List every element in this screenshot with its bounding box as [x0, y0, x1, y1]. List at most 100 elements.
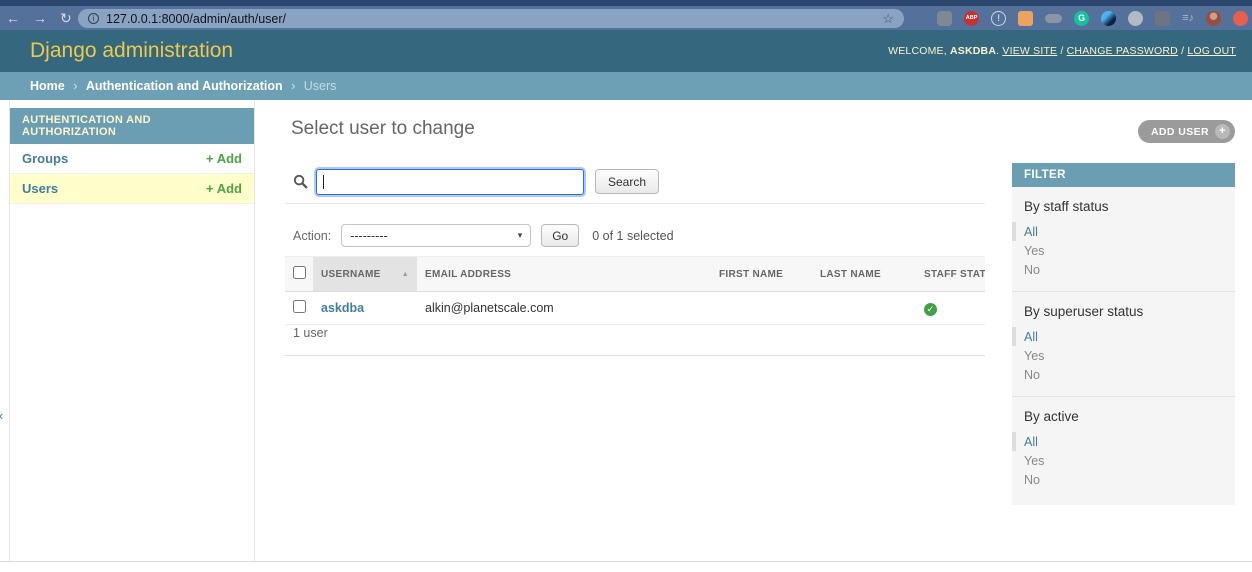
django-admin-page: ← → ↻ i 127.0.0.1:8000/admin/auth/user/ …: [0, 0, 1252, 572]
filter-link[interactable]: Yes: [1024, 244, 1044, 258]
breadcrumb-home[interactable]: Home: [30, 79, 65, 93]
filter-link[interactable]: All: [1024, 435, 1038, 449]
search-icon: [293, 174, 308, 189]
filter-option-all[interactable]: All: [1012, 222, 1223, 241]
filter-option-no[interactable]: No: [1024, 365, 1223, 384]
filter-link[interactable]: Yes: [1024, 349, 1044, 363]
address-bar[interactable]: i 127.0.0.1:8000/admin/auth/user/ ☆: [78, 9, 904, 28]
filter-option-yes[interactable]: Yes: [1024, 241, 1223, 260]
back-icon[interactable]: ←: [6, 10, 20, 26]
filter-section-staff: By staff status All Yes No: [1012, 187, 1235, 291]
action-selected-value: ---------: [350, 229, 387, 243]
row-select-cell: [285, 292, 313, 325]
filter-heading: By superuser status: [1024, 304, 1223, 319]
view-site-link[interactable]: VIEW SITE: [1002, 45, 1057, 57]
sidebar-item-users[interactable]: Users + Add: [10, 174, 254, 204]
search-button[interactable]: Search: [595, 169, 659, 194]
selection-counter: 0 of 1 selected: [592, 229, 673, 243]
staff-status-cell: ✓: [916, 292, 985, 325]
sort-ascending-icon[interactable]: ▲: [402, 271, 409, 278]
add-group-link[interactable]: + Add: [206, 151, 242, 166]
notification-icon[interactable]: [1233, 11, 1248, 26]
site-branding[interactable]: Django administration: [30, 30, 233, 72]
playlist-icon[interactable]: ≡♪: [1182, 11, 1194, 26]
grammarly-icon[interactable]: G: [1074, 11, 1089, 26]
text-caret: [323, 175, 324, 189]
changelist: Select user to change Search Action: ---…: [285, 100, 985, 561]
filter-section-active: By active All Yes No: [1012, 396, 1235, 501]
filter-option-all[interactable]: All: [1012, 432, 1223, 451]
current-username: ASKDBA: [950, 45, 996, 57]
filter-link[interactable]: All: [1024, 330, 1038, 344]
info-circle-icon[interactable]: !: [991, 11, 1006, 26]
add-user-link[interactable]: + Add: [206, 181, 242, 196]
username-cell: askdba: [313, 292, 417, 325]
filter-link[interactable]: No: [1024, 263, 1040, 277]
groups-link[interactable]: Groups: [22, 151, 68, 166]
toggle-icon[interactable]: [1045, 14, 1062, 23]
go-button[interactable]: Go: [541, 224, 579, 247]
breadcrumb-separator: ›: [291, 79, 295, 93]
filter-option-no[interactable]: No: [1024, 260, 1223, 279]
change-password-link[interactable]: CHANGE PASSWORD: [1067, 45, 1178, 57]
nav-sidebar: AUTHENTICATION AND AUTHORIZATION Groups …: [10, 100, 255, 561]
filter-option-no[interactable]: No: [1024, 470, 1223, 489]
admin-header: Django administration WELCOME, ASKDBA. V…: [0, 30, 1252, 72]
puzzle-icon[interactable]: [1155, 11, 1170, 26]
extension-badge-icon[interactable]: [937, 11, 952, 26]
search-input[interactable]: [316, 169, 584, 195]
column-header-email[interactable]: EMAIL ADDRESS: [417, 257, 711, 292]
column-header-staff-status[interactable]: STAFF STATUS: [916, 257, 985, 292]
filter-option-all[interactable]: All: [1012, 327, 1223, 346]
content-area: « AUTHENTICATION AND AUTHORIZATION Group…: [0, 100, 1252, 562]
forward-icon[interactable]: →: [33, 10, 47, 26]
filter-heading: By active: [1024, 409, 1223, 424]
filter-link[interactable]: All: [1024, 225, 1038, 239]
staff-yes-icon: ✓: [924, 303, 937, 316]
column-header-first-name[interactable]: FIRST NAME: [711, 257, 812, 292]
nav-sidebar-toggle[interactable]: «: [0, 100, 10, 561]
column-header-username[interactable]: USERNAME ▲: [313, 257, 417, 292]
bookmark-star-icon[interactable]: ☆: [882, 11, 894, 27]
filter-option-yes[interactable]: Yes: [1024, 451, 1223, 470]
url-text[interactable]: 127.0.0.1:8000/admin/auth/user/: [106, 12, 286, 26]
chevron-down-icon: ▾: [518, 230, 523, 241]
link-separator: /: [1060, 45, 1063, 57]
column-header-last-name[interactable]: LAST NAME: [812, 257, 916, 292]
search-toolbar: Search: [285, 160, 985, 204]
emoji-face-icon[interactable]: [1018, 11, 1033, 26]
filter-link[interactable]: Yes: [1024, 454, 1044, 468]
add-user-label: ADD USER: [1151, 126, 1209, 138]
action-label: Action:: [293, 229, 331, 243]
breadcrumb-separator: ›: [73, 79, 77, 93]
site-info-icon[interactable]: i: [88, 13, 99, 24]
email-cell: alkin@planetscale.com: [417, 292, 711, 325]
eye-icon[interactable]: [1101, 11, 1116, 26]
filter-panel: FILTER By staff status All Yes No By sup…: [1012, 163, 1235, 505]
row-checkbox[interactable]: [293, 300, 306, 313]
users-link[interactable]: Users: [22, 181, 58, 196]
filter-link[interactable]: No: [1024, 473, 1040, 487]
action-select[interactable]: --------- ▾: [341, 224, 531, 247]
link-separator: /: [1181, 45, 1184, 57]
log-out-link[interactable]: LOG OUT: [1187, 45, 1236, 57]
sidebar-item-groups[interactable]: Groups + Add: [10, 144, 254, 174]
breadcrumb: Home › Authentication and Authorization …: [0, 72, 1252, 100]
filter-section-superuser: By superuser status All Yes No: [1012, 291, 1235, 396]
actions-row: Action: --------- ▾ Go 0 of 1 selected: [293, 224, 674, 247]
last-name-cell: [812, 292, 916, 325]
avatar[interactable]: [1206, 11, 1221, 26]
breadcrumb-current: Users: [304, 79, 337, 93]
collapse-sidebar-icon[interactable]: «: [0, 408, 3, 423]
add-user-button[interactable]: ADD USER +: [1138, 120, 1235, 143]
breadcrumb-app[interactable]: Authentication and Authorization: [86, 79, 283, 93]
filter-option-yes[interactable]: Yes: [1024, 346, 1223, 365]
select-all-checkbox[interactable]: [293, 266, 306, 279]
page-title: Select user to change: [291, 118, 475, 140]
filter-link[interactable]: No: [1024, 368, 1040, 382]
adblock-icon[interactable]: ABP: [964, 11, 979, 26]
result-count: 1 user: [285, 326, 985, 356]
sphere-icon[interactable]: [1128, 11, 1143, 26]
user-object-link[interactable]: askdba: [321, 301, 364, 315]
reload-icon[interactable]: ↻: [60, 10, 72, 27]
